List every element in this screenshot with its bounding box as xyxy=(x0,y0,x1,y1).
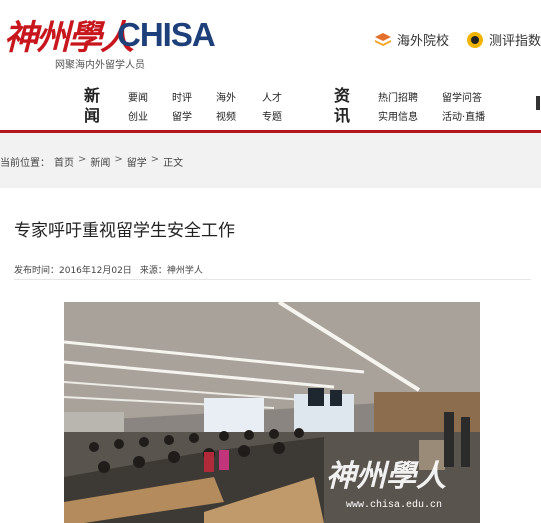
article-card: 专家呼吁重视留学生安全工作 发布时间：2016年12月02日 来源：神州学人 神… xyxy=(0,188,541,523)
nav-item-rencai[interactable]: 人才 xyxy=(262,89,282,104)
nav-overflow-indicator xyxy=(536,96,540,110)
nav-group-news-title[interactable]: 新闻 xyxy=(84,86,100,126)
nav-item-shiping[interactable]: 时评 xyxy=(172,89,192,104)
nav-item-haiwai[interactable]: 海外 xyxy=(216,89,236,104)
nav-item-jobs[interactable]: 热门招聘 xyxy=(378,89,418,104)
article-source: 来源：神州学人 xyxy=(139,266,203,276)
article-photo: 神州學人 www.chisa.edu.cn xyxy=(64,302,480,523)
breadcrumb-study[interactable]: 留学 xyxy=(127,154,147,169)
photo-watermark-url: www.chisa.edu.cn xyxy=(345,500,442,511)
nav-item-practical[interactable]: 实用信息 xyxy=(378,108,418,123)
nav-item-chuangye[interactable]: 创业 xyxy=(128,108,148,123)
breadcrumb-current: 正文 xyxy=(163,158,184,169)
breadcrumb-news[interactable]: 新闻 xyxy=(90,154,110,169)
nav-item-qa[interactable]: 留学问答 xyxy=(442,89,482,104)
overseas-schools-link[interactable]: 海外院校 xyxy=(374,30,449,49)
rankings-link[interactable]: 测评指数 xyxy=(466,30,541,49)
rankings-label: 测评指数 xyxy=(489,34,541,49)
nav-item-yaowen[interactable]: 要闻 xyxy=(128,89,148,104)
breadcrumb-separator: > xyxy=(78,154,87,165)
article-title: 专家呼吁重视留学生安全工作 xyxy=(14,221,235,241)
nav-item-liuxue[interactable]: 留学 xyxy=(172,108,192,123)
site-logo-cn[interactable]: 神州學人 xyxy=(4,10,134,59)
breadcrumb-separator: > xyxy=(150,154,160,165)
content-area: 专家呼吁重视留学生安全工作 发布时间：2016年12月02日 来源：神州学人 神… xyxy=(0,188,541,523)
site-logo-en[interactable]: CHISA xyxy=(117,16,216,54)
site-header: 神州學人 CHISA 网聚海内外留学人员 海外院校 测评指数 新闻 要闻 时评 … xyxy=(0,0,541,132)
photo-watermark-logo: 神州學人 xyxy=(326,459,446,494)
breadcrumb-separator: > xyxy=(114,154,123,165)
nav-item-live[interactable]: 活动·直播 xyxy=(442,108,485,123)
article-meta: 发布时间：2016年12月02日 来源：神州学人 xyxy=(14,263,203,276)
breadcrumb: 当前位置： 首页 > 新闻 > 留学 > 正文 xyxy=(0,154,183,169)
breadcrumb-home[interactable]: 首页 xyxy=(54,154,74,169)
overseas-schools-label: 海外院校 xyxy=(397,34,450,49)
nav-item-zhuanti[interactable]: 专题 xyxy=(262,108,282,123)
medal-icon xyxy=(467,31,483,48)
article-date: 发布时间：2016年12月02日 xyxy=(14,266,132,276)
nav-item-shipin[interactable]: 视频 xyxy=(216,108,236,123)
nav-group-info-title[interactable]: 资讯 xyxy=(334,86,350,126)
stack-icon xyxy=(375,32,391,46)
site-slogan: 网聚海内外留学人员 xyxy=(55,60,145,71)
meta-divider xyxy=(14,279,531,280)
breadcrumb-prefix: 当前位置： xyxy=(0,158,50,169)
